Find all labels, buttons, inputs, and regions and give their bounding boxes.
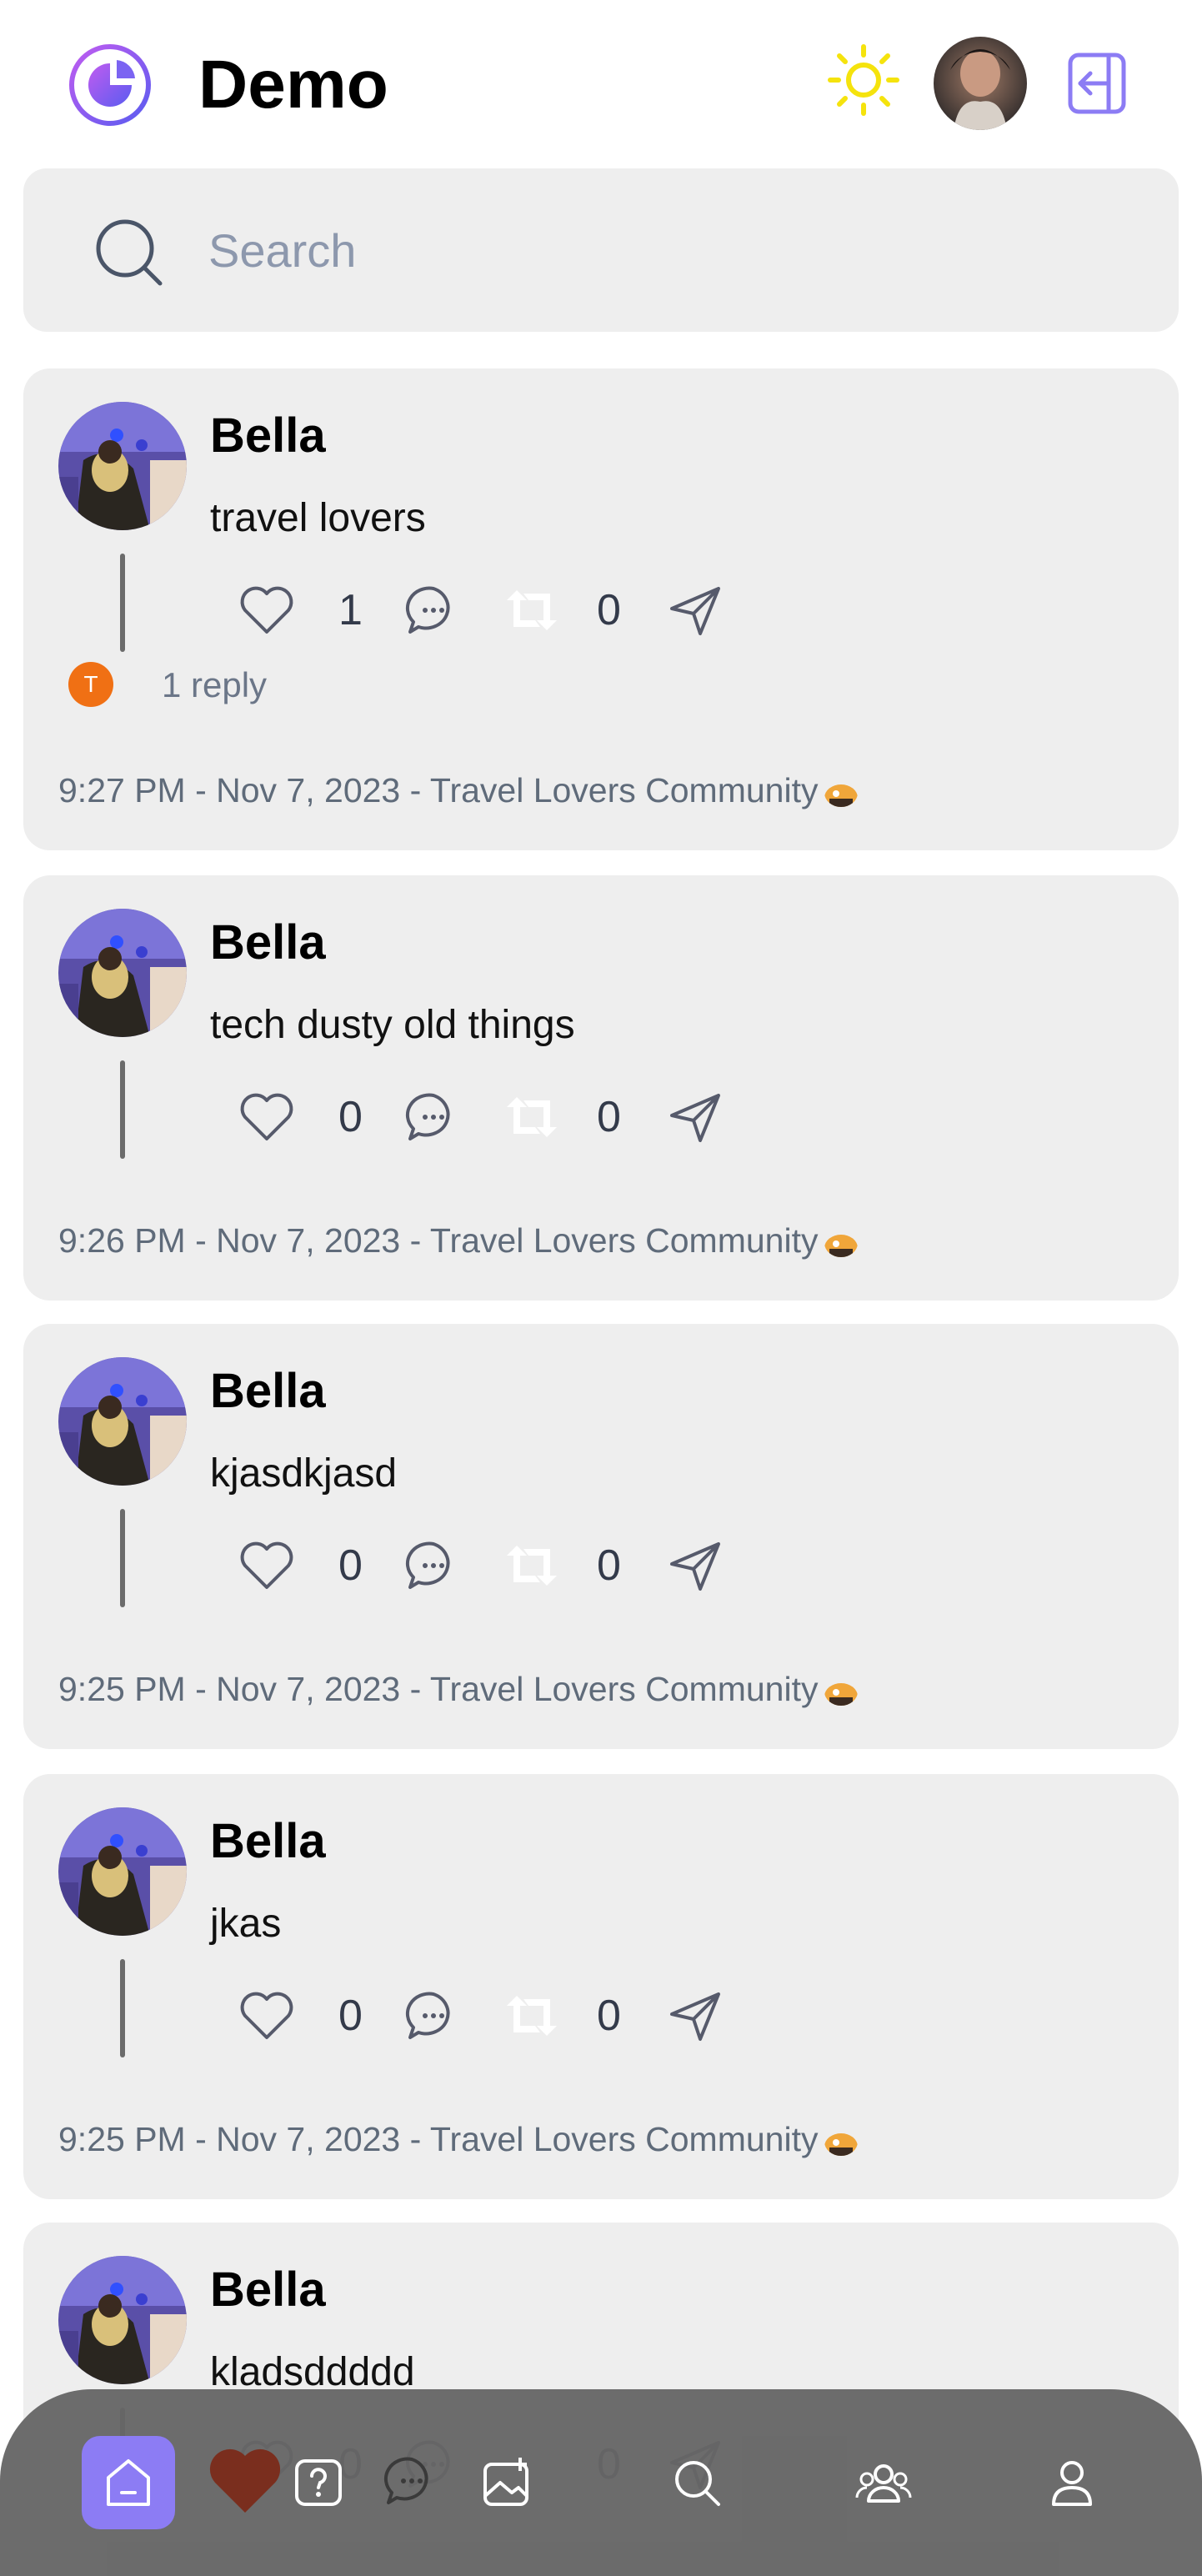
community-image [824, 1677, 859, 1706]
repost-count: 0 [597, 1992, 621, 2040]
comment-icon[interactable] [403, 1989, 463, 2042]
search-icon [675, 2461, 720, 2506]
author-avatar[interactable] [58, 1807, 187, 1936]
heart-icon[interactable] [237, 1989, 297, 2042]
share-icon[interactable] [665, 1989, 725, 2042]
app-logo-icon[interactable] [67, 42, 153, 128]
bottom-navigation [0, 2389, 1202, 2576]
post-card[interactable]: Bella travel lovers 1 0 T 1 reply 9:27 P… [23, 368, 1179, 850]
author-name[interactable]: Bella [210, 1362, 326, 1421]
thread-line [120, 1509, 125, 1607]
add-image-icon [483, 2458, 528, 2506]
logout-icon[interactable] [1067, 52, 1127, 115]
chat-icon [383, 2457, 428, 2504]
thread-line [120, 1959, 125, 2057]
repost-count: 0 [597, 1093, 621, 1141]
post-text: tech dusty old things [210, 1003, 575, 1047]
search-bar [23, 168, 1179, 332]
post-meta-text: 9:25 PM - Nov 7, 2023 - Travel Lovers Co… [58, 2120, 819, 2158]
post-actions: 0 0 [210, 1532, 794, 1599]
reply-count-label[interactable]: 1 reply [162, 665, 267, 705]
post-actions: 1 0 [210, 577, 794, 644]
like-count: 1 [338, 586, 363, 634]
post-actions: 0 0 [210, 1084, 794, 1150]
user-avatar[interactable] [934, 37, 1027, 130]
post-actions: 0 0 [210, 1982, 794, 2049]
nav-create-button[interactable] [460, 2436, 553, 2529]
question-icon [295, 2459, 342, 2506]
share-icon[interactable] [665, 584, 725, 637]
post-text: travel lovers [210, 496, 426, 540]
repost-count: 0 [597, 1541, 621, 1590]
repost-icon[interactable] [502, 1989, 562, 2042]
comment-icon[interactable] [403, 1090, 463, 1144]
author-name[interactable]: Bella [210, 914, 326, 972]
share-icon[interactable] [665, 1090, 725, 1144]
app-title: Demo [198, 47, 388, 123]
post-card[interactable]: Bella jkas 0 0 9:25 PM - Nov 7, 2023 - T… [23, 1774, 1179, 2199]
author-name[interactable]: Bella [210, 2261, 326, 2319]
profile-icon [1052, 2461, 1092, 2506]
nav-profile-button[interactable] [1025, 2436, 1119, 2529]
like-count: 0 [338, 1541, 363, 1590]
like-count: 0 [338, 1992, 363, 2040]
thread-line [120, 1060, 125, 1159]
search-input[interactable] [208, 210, 1125, 290]
author-avatar[interactable] [58, 909, 187, 1037]
repost-icon[interactable] [502, 1539, 562, 1592]
repost-icon[interactable] [502, 1090, 562, 1144]
top-bar: Demo [0, 0, 1202, 167]
community-icon [855, 2464, 912, 2503]
post-meta[interactable]: 9:25 PM - Nov 7, 2023 - Travel Lovers Co… [58, 2117, 859, 2161]
search-icon [96, 219, 163, 286]
post-card[interactable]: Bella tech dusty old things 0 0 9:26 PM … [23, 875, 1179, 1301]
community-image [824, 2127, 859, 2157]
like-count: 0 [338, 1093, 363, 1141]
comment-icon[interactable] [403, 1539, 463, 1592]
post-text: jkas [210, 1902, 282, 1946]
nav-communities-button[interactable] [837, 2436, 930, 2529]
post-meta-text: 9:26 PM - Nov 7, 2023 - Travel Lovers Co… [58, 1221, 819, 1260]
post-text: kjasdkjasd [210, 1451, 398, 1496]
home-icon [107, 2459, 150, 2506]
author-name[interactable]: Bella [210, 407, 326, 465]
heart-icon[interactable] [237, 1539, 297, 1592]
sun-icon[interactable] [827, 43, 900, 117]
heart-icon[interactable] [237, 584, 297, 637]
nav-chat-button[interactable] [365, 2436, 458, 2529]
repost-icon[interactable] [502, 584, 562, 637]
post-meta-text: 9:25 PM - Nov 7, 2023 - Travel Lovers Co… [58, 1670, 819, 1708]
author-name[interactable]: Bella [210, 1812, 326, 1871]
author-avatar[interactable] [58, 2256, 187, 2384]
post-meta[interactable]: 9:25 PM - Nov 7, 2023 - Travel Lovers Co… [58, 1667, 859, 1711]
nav-home-button[interactable] [82, 2436, 175, 2529]
thread-line [120, 554, 125, 652]
reply-avatar: T [68, 662, 113, 707]
author-avatar[interactable] [58, 1357, 187, 1486]
community-image [824, 1229, 859, 1258]
post-card[interactable]: Bella kjasdkjasd 0 0 9:25 PM - Nov 7, 20… [23, 1324, 1179, 1749]
comment-icon[interactable] [403, 584, 463, 637]
post-meta[interactable]: 9:26 PM - Nov 7, 2023 - Travel Lovers Co… [58, 1219, 859, 1262]
nav-search-button[interactable] [650, 2436, 744, 2529]
share-icon[interactable] [665, 1539, 725, 1592]
post-meta-text: 9:27 PM - Nov 7, 2023 - Travel Lovers Co… [58, 771, 819, 809]
repost-count: 0 [597, 586, 621, 634]
post-meta[interactable]: 9:27 PM - Nov 7, 2023 - Travel Lovers Co… [58, 769, 859, 812]
nav-questions-button[interactable] [272, 2436, 365, 2529]
author-avatar[interactable] [58, 402, 187, 530]
community-image [824, 779, 859, 808]
heart-icon[interactable] [237, 1090, 297, 1144]
